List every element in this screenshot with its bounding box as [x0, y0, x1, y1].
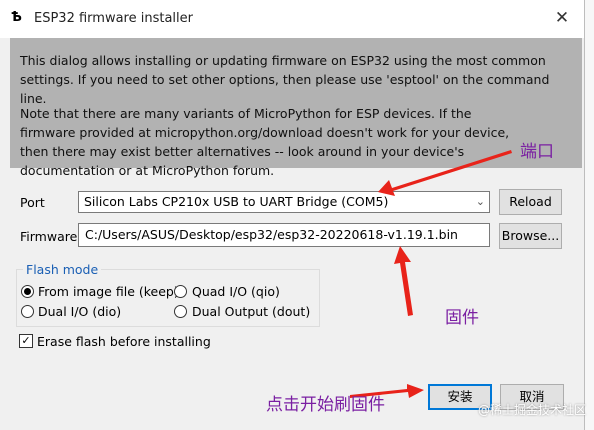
arrow-to-firmware	[394, 246, 413, 316]
annotation-arrows	[350, 150, 512, 398]
firmware-annotation: 固件	[445, 308, 479, 328]
port-annotation: 端口	[520, 142, 554, 162]
watermark: @稀土掘金技术社区	[478, 403, 587, 417]
arrow-to-port	[378, 150, 512, 196]
install-annotation: 点击开始刷固件	[266, 395, 385, 415]
